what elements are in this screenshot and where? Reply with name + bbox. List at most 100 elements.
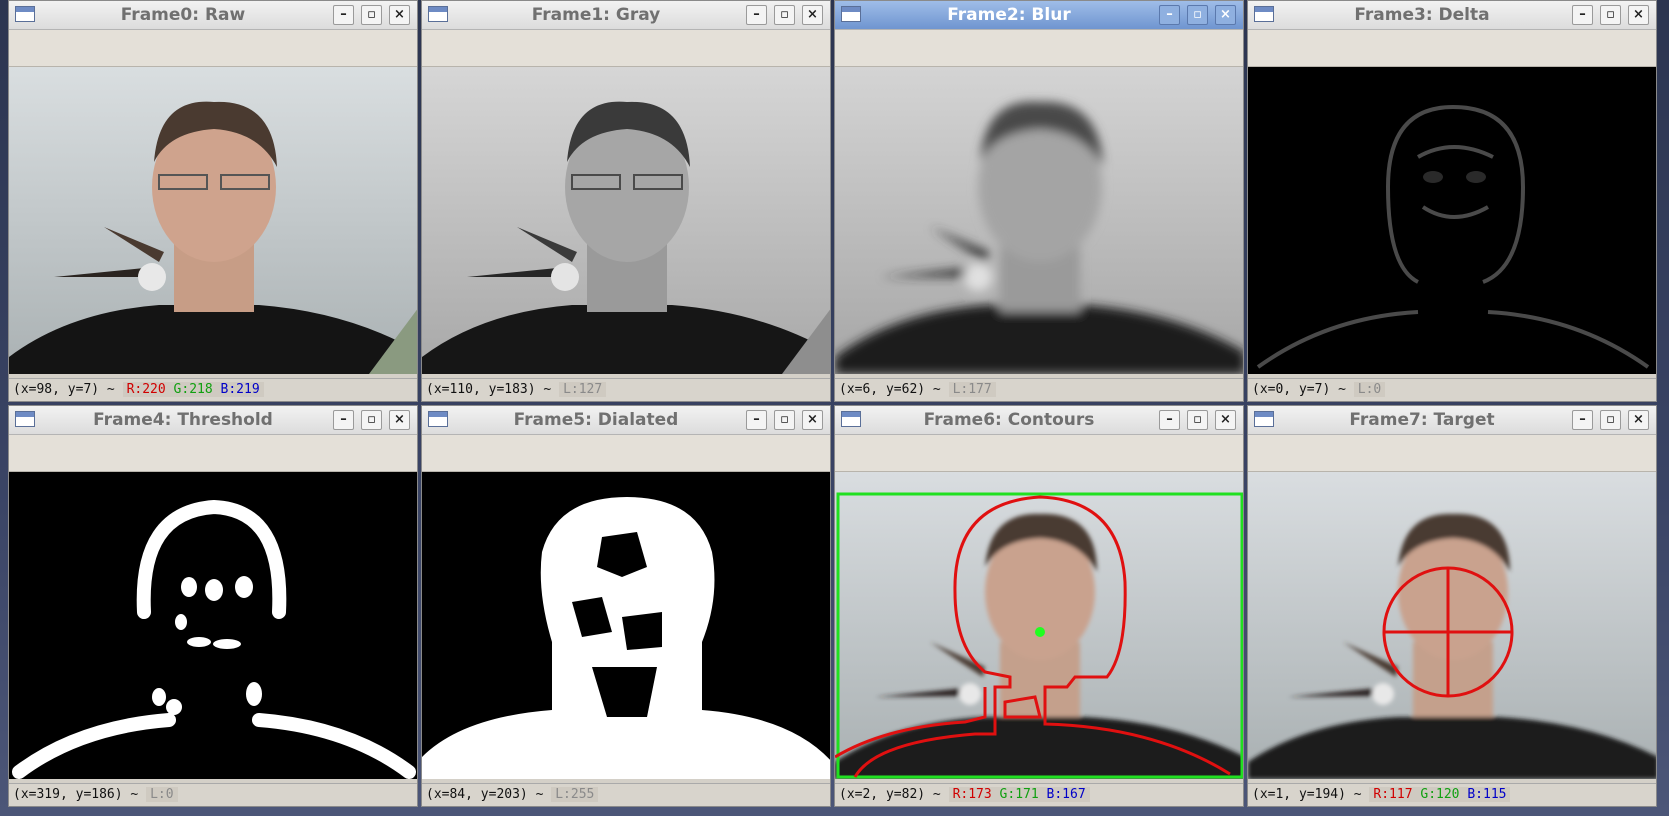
maximize-button[interactable]: ▫ [1187,410,1208,430]
minimize-button[interactable]: – [1159,410,1180,430]
toolbar [422,30,830,67]
title-bar[interactable]: Frame6: Contours – ▫ × [835,406,1243,435]
window-icon[interactable] [841,411,861,427]
window-title: Frame1: Gray [531,5,661,25]
centroid-marker [1035,627,1045,637]
status-bar: (x=1, y=194) ~ R:117 G:120 B:115 [1248,783,1656,806]
window-icon[interactable] [15,411,35,427]
blue-value: B:219 [220,382,260,397]
window-frame5-dialated[interactable]: Frame5: Dialated – ▫ × (x=84, y=203) ~ L… [421,405,831,807]
green-value: G:171 [999,787,1039,802]
minimize-button[interactable]: – [333,410,354,430]
maximize-button[interactable]: ▫ [361,410,382,430]
close-button[interactable]: × [1628,5,1649,25]
toolbar [9,30,417,67]
blue-value: B:167 [1046,787,1086,802]
title-bar[interactable]: Frame2: Blur – ▫ × [835,1,1243,30]
window-icon[interactable] [15,6,35,22]
red-value: R:117 [1373,787,1413,802]
green-value: G:218 [173,382,213,397]
window-frame4-threshold[interactable]: Frame4: Threshold – ▫ × (x=319, y=186) ~… [8,405,418,807]
title-bar[interactable]: Frame5: Dialated – ▫ × [422,406,830,435]
luminance-value: L:255 [551,787,599,802]
luminance-value: L:127 [559,382,607,397]
minimize-button[interactable]: – [1572,410,1593,430]
window-frame3-delta[interactable]: Frame3: Delta – ▫ × (x=0, y=7) ~ L:0 [1247,0,1657,402]
minimize-button[interactable]: – [1572,5,1593,25]
title-bar[interactable]: Frame1: Gray – ▫ × [422,1,830,30]
window-icon[interactable] [428,411,448,427]
window-title: Frame6: Contours [923,410,1095,430]
window-icon[interactable] [428,6,448,22]
maximize-button[interactable]: ▫ [361,5,382,25]
title-bar[interactable]: Frame4: Threshold – ▫ × [9,406,417,435]
image-view-delta[interactable] [1248,67,1656,374]
close-button[interactable]: × [802,5,823,25]
minimize-button[interactable]: – [1159,5,1180,25]
window-frame2-blur[interactable]: Frame2: Blur – ▫ × (x=6, y=62) ~ L:177 [834,0,1244,402]
toolbar [422,435,830,472]
image-view-raw[interactable] [9,67,417,374]
blue-value: B:115 [1467,787,1507,802]
image-view-blur[interactable] [835,67,1243,374]
cursor-coordinates: (x=6, y=62) ~ [839,382,941,397]
window-frame7-target[interactable]: Frame7: Target – ▫ × (x=1, y=194) ~ R:11… [1247,405,1657,807]
maximize-button[interactable]: ▫ [1600,410,1621,430]
minimize-button[interactable]: – [333,5,354,25]
window-frame1-gray[interactable]: Frame1: Gray – ▫ × (x=110, y=183) ~ L:12… [421,0,831,402]
image-view-contours[interactable] [835,472,1243,779]
cursor-coordinates: (x=110, y=183) ~ [426,382,552,397]
close-button[interactable]: × [1628,410,1649,430]
window-icon[interactable] [841,6,861,22]
status-bar: (x=110, y=183) ~ L:127 [422,378,830,401]
window-frame6-contours[interactable]: Frame6: Contours – ▫ × (x=2, y=82) ~ R:1… [834,405,1244,807]
toolbar [1248,30,1656,67]
maximize-button[interactable]: ▫ [1600,5,1621,25]
image-view-threshold[interactable] [9,472,417,779]
status-bar: (x=98, y=7) ~ R:220 G:218 B:219 [9,378,417,401]
window-title: Frame4: Threshold [93,410,273,430]
window-title: Frame3: Delta [1354,5,1490,25]
luminance-value: L:0 [1353,382,1386,397]
close-button[interactable]: × [802,410,823,430]
close-button[interactable]: × [1215,5,1236,25]
image-view-target[interactable] [1248,472,1656,779]
luminance-value: L:177 [948,382,996,397]
window-title: Frame5: Dialated [513,410,679,430]
red-value: R:220 [126,382,166,397]
image-view-gray[interactable] [422,67,830,374]
maximize-button[interactable]: ▫ [774,5,795,25]
window-title: Frame2: Blur [947,5,1071,25]
luminance-value: L:0 [146,787,178,802]
window-icon[interactable] [1254,6,1274,22]
close-button[interactable]: × [389,410,410,430]
status-bar: (x=6, y=62) ~ L:177 [835,378,1243,401]
window-title: Frame0: Raw [120,5,246,25]
status-bar: (x=2, y=82) ~ R:173 G:171 B:167 [835,783,1243,806]
maximize-button[interactable]: ▫ [774,410,795,430]
close-button[interactable]: × [1215,410,1236,430]
target-crosshair [1382,566,1514,698]
cursor-coordinates: (x=84, y=203) ~ [426,787,544,802]
toolbar [835,435,1243,472]
status-bar: (x=319, y=186) ~ L:0 [9,783,417,806]
title-bar[interactable]: Frame0: Raw – ▫ × [9,1,417,30]
title-bar[interactable]: Frame3: Delta – ▫ × [1248,1,1656,30]
cursor-coordinates: (x=0, y=7) ~ [1252,382,1346,397]
cursor-coordinates: (x=319, y=186) ~ [13,787,139,802]
toolbar [835,30,1243,67]
image-view-dialated[interactable] [422,472,830,779]
minimize-button[interactable]: – [746,410,767,430]
window-icon[interactable] [1254,411,1274,427]
maximize-button[interactable]: ▫ [1187,5,1208,25]
close-button[interactable]: × [389,5,410,25]
toolbar [1248,435,1656,472]
title-bar[interactable]: Frame7: Target – ▫ × [1248,406,1656,435]
red-value: R:173 [952,787,992,802]
window-title: Frame7: Target [1349,410,1495,430]
status-bar: (x=84, y=203) ~ L:255 [422,783,830,806]
status-bar: (x=0, y=7) ~ L:0 [1248,378,1656,401]
cursor-coordinates: (x=98, y=7) ~ [13,382,115,397]
minimize-button[interactable]: – [746,5,767,25]
window-frame0-raw[interactable]: Frame0: Raw – ▫ × (x=98, y=7) ~ R:220 G:… [8,0,418,402]
